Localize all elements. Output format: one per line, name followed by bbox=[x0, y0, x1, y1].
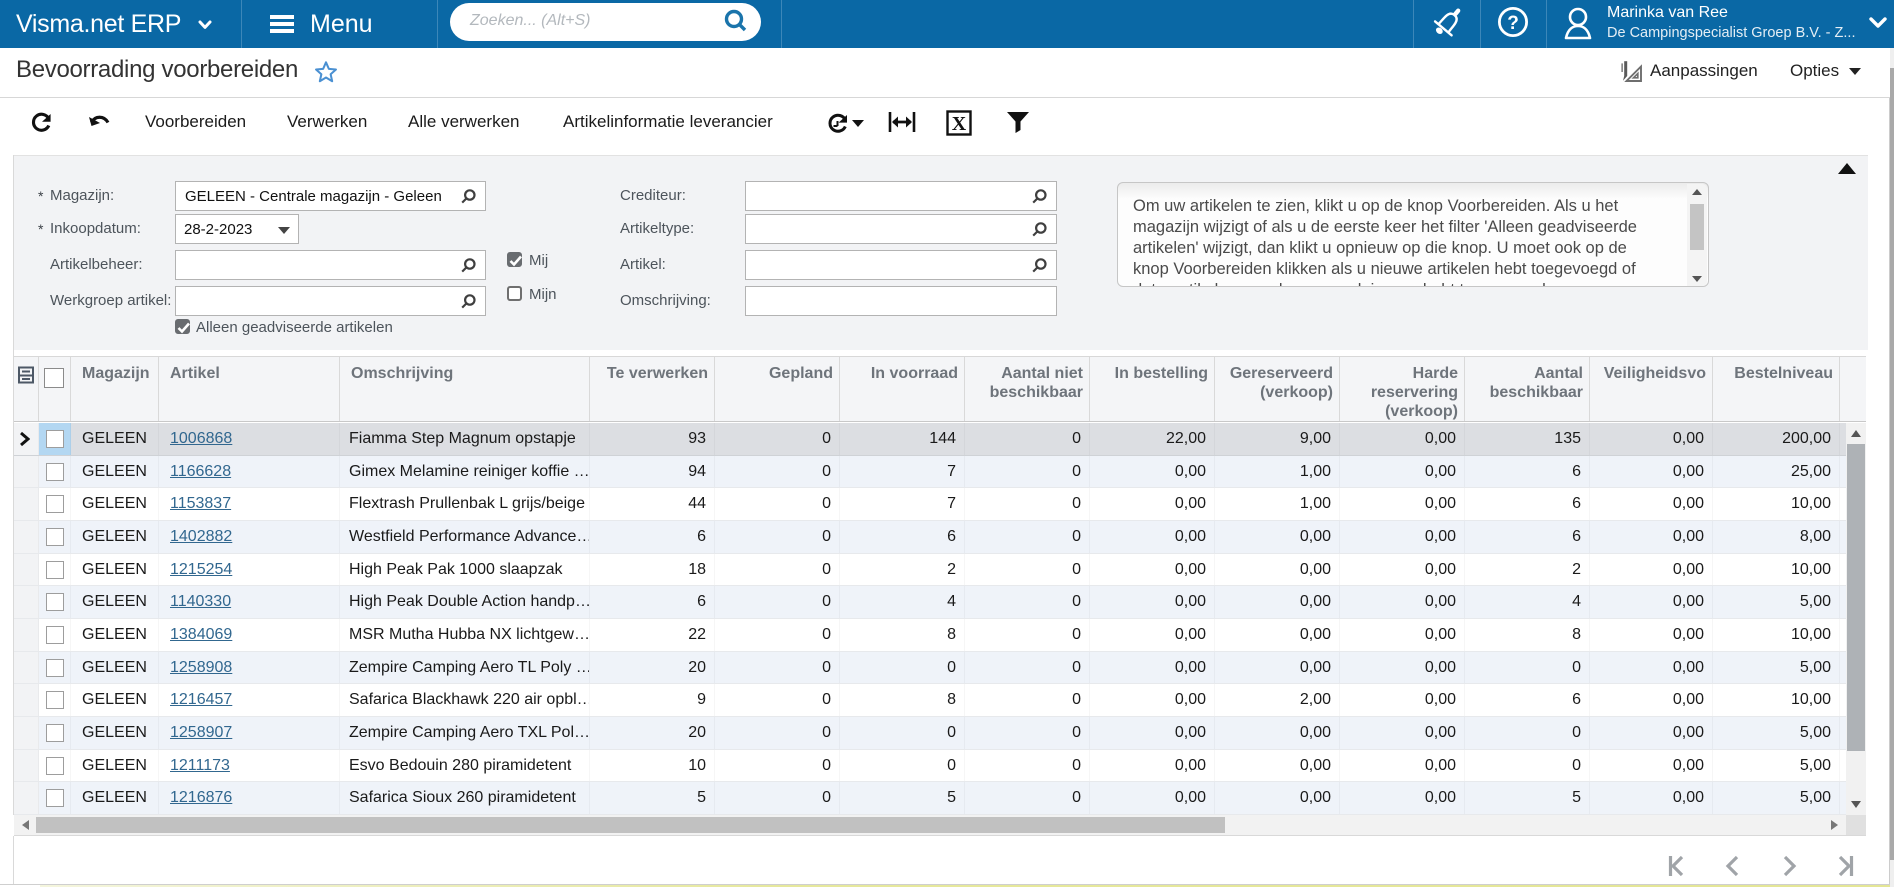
svg-text:?: ? bbox=[1507, 13, 1519, 34]
svg-text:X: X bbox=[952, 113, 967, 135]
